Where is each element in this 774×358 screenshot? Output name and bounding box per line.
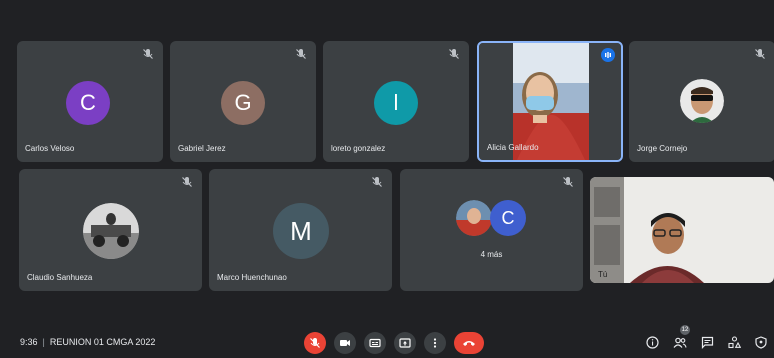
participant-name: Claudio Sanhueza bbox=[27, 273, 93, 282]
participant-name: Tú bbox=[598, 270, 608, 279]
more-options-button[interactable] bbox=[424, 332, 446, 354]
meeting-details: 9:36 | REUNION 01 CMGA 2022 bbox=[20, 337, 155, 347]
video-feed bbox=[590, 177, 774, 283]
participant-tile-more[interactable]: C 4 más bbox=[400, 169, 583, 291]
participant-name: Gabriel Jerez bbox=[178, 144, 226, 153]
present-button[interactable] bbox=[394, 332, 416, 354]
bottom-bar: 9:36 | REUNION 01 CMGA 2022 bbox=[0, 325, 774, 358]
camera-button[interactable] bbox=[334, 332, 356, 354]
mic-off-icon bbox=[310, 338, 320, 348]
avatar bbox=[680, 79, 724, 123]
end-call-button[interactable] bbox=[454, 332, 484, 354]
divider: | bbox=[42, 337, 45, 347]
avatar: l bbox=[374, 81, 418, 125]
host-controls-icon bbox=[755, 335, 767, 349]
meeting-stage: C Carlos Veloso G Gabriel Jerez l loreto… bbox=[0, 0, 774, 358]
chat-icon bbox=[701, 336, 713, 349]
participant-name: Alicia Gallardo bbox=[487, 143, 539, 152]
more-participants-label: 4 más bbox=[480, 250, 503, 259]
present-icon bbox=[399, 338, 411, 348]
participant-name: Carlos Veloso bbox=[25, 144, 75, 153]
participant-tile-alicia[interactable]: Alicia Gallardo bbox=[477, 41, 623, 162]
people-button[interactable] bbox=[672, 334, 688, 350]
avatar: C bbox=[490, 200, 526, 236]
participant-tile-self[interactable]: Tú bbox=[590, 177, 774, 283]
microphone-button[interactable] bbox=[304, 332, 326, 354]
mic-off-icon bbox=[755, 49, 765, 59]
avatar: G bbox=[221, 81, 265, 125]
mic-off-icon bbox=[143, 49, 153, 59]
mic-off-icon bbox=[449, 49, 459, 59]
host-controls-button[interactable] bbox=[753, 334, 769, 350]
participant-tile-carlos[interactable]: C Carlos Veloso bbox=[17, 41, 163, 162]
meeting-info-button[interactable] bbox=[644, 334, 660, 350]
participant-tile-gabriel[interactable]: G Gabriel Jerez bbox=[170, 41, 316, 162]
avatar bbox=[456, 200, 492, 236]
participant-count-badge: 12 bbox=[680, 325, 690, 335]
participant-name: Marco Huenchunao bbox=[217, 273, 287, 282]
activities-button[interactable] bbox=[726, 334, 742, 350]
participant-tile-jorge[interactable]: Jorge Cornejo bbox=[629, 41, 774, 162]
avatar: C bbox=[66, 81, 110, 125]
mic-off-icon bbox=[372, 177, 382, 187]
people-icon bbox=[673, 337, 687, 348]
participant-name: loreto gonzalez bbox=[331, 144, 386, 153]
info-icon bbox=[645, 335, 659, 349]
participant-tile-marco[interactable]: M Marco Huenchunao bbox=[209, 169, 392, 291]
participant-name: Jorge Cornejo bbox=[637, 144, 688, 153]
avatar bbox=[83, 203, 139, 259]
clock-time: 9:36 bbox=[20, 337, 38, 347]
mic-off-icon bbox=[563, 177, 573, 187]
speaking-indicator-icon bbox=[601, 48, 615, 62]
chat-button[interactable] bbox=[699, 334, 715, 350]
activities-icon bbox=[727, 335, 741, 348]
end-call-icon bbox=[463, 341, 475, 346]
meeting-title: REUNION 01 CMGA 2022 bbox=[49, 337, 156, 347]
participant-tile-claudio[interactable]: Claudio Sanhueza bbox=[19, 169, 202, 291]
participant-tile-loreto[interactable]: l loreto gonzalez bbox=[323, 41, 469, 162]
mic-off-icon bbox=[182, 177, 192, 187]
captions-icon bbox=[369, 338, 381, 348]
more-options-icon bbox=[433, 338, 437, 348]
avatar: M bbox=[273, 203, 329, 259]
mic-off-icon bbox=[296, 49, 306, 59]
captions-button[interactable] bbox=[364, 332, 386, 354]
camera-icon bbox=[340, 340, 350, 346]
